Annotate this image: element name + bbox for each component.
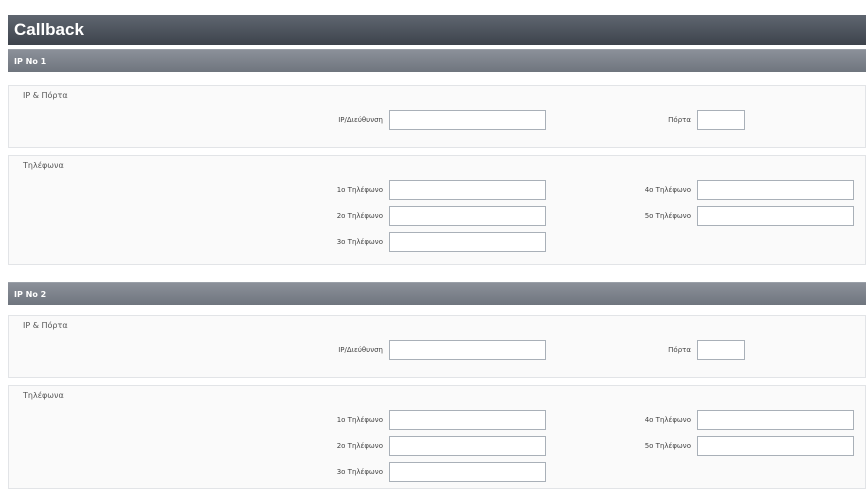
- phone-1-label: 1ο Τηλέφωνο: [336, 186, 383, 194]
- phone-4-label: 4ο Τηλέφωνο: [644, 186, 691, 194]
- phone-2-input[interactable]: [389, 436, 546, 456]
- port-input[interactable]: [697, 110, 745, 130]
- phone-5-label: 5ο Τηλέφωνο: [644, 442, 691, 450]
- phone-3-label: 3ο Τηλέφωνο: [336, 468, 383, 476]
- ip-port-group-label: IP & Πόρτα: [23, 321, 68, 330]
- phone-2-input[interactable]: [389, 206, 546, 226]
- phone-3-input[interactable]: [389, 462, 546, 482]
- phone-2-label: 2ο Τηλέφωνο: [336, 212, 383, 220]
- phone-1-input[interactable]: [389, 410, 546, 430]
- ip-address-label: IP/Διεύθυνση: [338, 116, 383, 124]
- phone-3-label: 3ο Τηλέφωνο: [336, 238, 383, 246]
- phone-5-input[interactable]: [697, 436, 854, 456]
- phone-2-label: 2ο Τηλέφωνο: [336, 442, 383, 450]
- ip-address-label: IP/Διεύθυνση: [338, 346, 383, 354]
- section-header-ip-1: IP No 1: [8, 49, 866, 72]
- phone-1-label: 1ο Τηλέφωνο: [336, 416, 383, 424]
- phone-3-input[interactable]: [389, 232, 546, 252]
- phone-4-input[interactable]: [697, 410, 854, 430]
- port-label: Πόρτα: [668, 116, 691, 124]
- port-input[interactable]: [697, 340, 745, 360]
- phone-1-input[interactable]: [389, 180, 546, 200]
- phone-4-label: 4ο Τηλέφωνο: [644, 416, 691, 424]
- phone-5-label: 5ο Τηλέφωνο: [644, 212, 691, 220]
- page-title: Callback: [8, 15, 866, 45]
- port-label: Πόρτα: [668, 346, 691, 354]
- ip-address-input[interactable]: [389, 340, 546, 360]
- phone-4-input[interactable]: [697, 180, 854, 200]
- phones-group-label: Τηλέφωνα: [23, 391, 64, 400]
- phones-group-label: Τηλέφωνα: [23, 161, 64, 170]
- ip-port-group-label: IP & Πόρτα: [23, 91, 68, 100]
- ip-address-input[interactable]: [389, 110, 546, 130]
- phone-5-input[interactable]: [697, 206, 854, 226]
- section-header-ip-2: IP No 2: [8, 282, 866, 305]
